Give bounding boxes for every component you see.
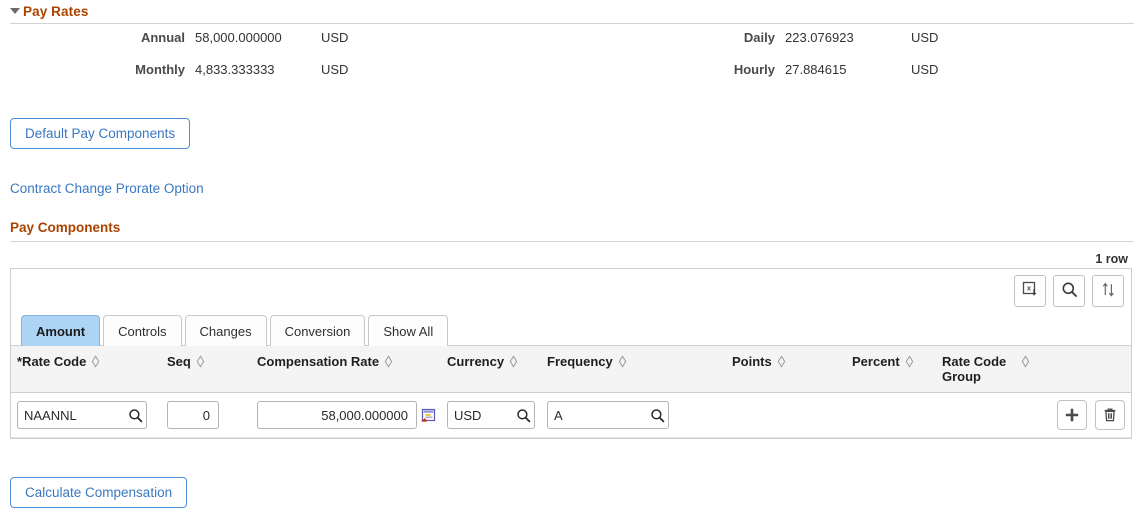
pay-rate-value: 4,833.333333 bbox=[195, 62, 275, 77]
pay-rate-annual: Annual 58,000.000000 USD bbox=[0, 30, 349, 45]
tab-controls[interactable]: Controls bbox=[103, 315, 182, 346]
pay-rate-currency: USD bbox=[321, 62, 349, 77]
currency-lookup-icon[interactable] bbox=[512, 402, 534, 428]
pay-rate-label: Daily bbox=[743, 30, 775, 45]
row-count-label: 1 row bbox=[1095, 252, 1128, 266]
sort-toggle-icon[interactable] bbox=[384, 355, 393, 371]
column-label: Frequency bbox=[547, 354, 613, 369]
delete-row-button[interactable] bbox=[1095, 400, 1125, 430]
sort-icon bbox=[1100, 281, 1117, 301]
column-header-points[interactable]: Points bbox=[726, 345, 846, 393]
contract-change-prorate-option-link[interactable]: Contract Change Prorate Option bbox=[10, 181, 204, 196]
grid-toolbar: x bbox=[11, 269, 1131, 314]
rate-code-input[interactable] bbox=[18, 402, 124, 428]
sort-toggle-icon[interactable] bbox=[618, 355, 627, 371]
column-header-frequency[interactable]: Frequency bbox=[541, 345, 726, 393]
pay-rate-label: Annual bbox=[140, 30, 185, 45]
table-row bbox=[11, 392, 1131, 438]
calculate-compensation-button[interactable]: Calculate Compensation bbox=[10, 477, 188, 508]
pay-rate-hourly: Hourly 27.884615 USD bbox=[590, 62, 939, 77]
tab-changes[interactable]: Changes bbox=[184, 315, 267, 346]
seq-input[interactable] bbox=[168, 402, 218, 428]
sort-toggle-icon[interactable] bbox=[196, 355, 205, 371]
cell-row-actions bbox=[1036, 392, 1131, 438]
compensation-rate-input[interactable] bbox=[258, 402, 416, 428]
pay-components-grid: x Amount Controls Changes Conversion Sho… bbox=[10, 268, 1132, 439]
column-header-rate-code[interactable]: *Rate Code bbox=[11, 345, 161, 393]
pay-rate-currency: USD bbox=[911, 62, 939, 77]
cell-points bbox=[726, 392, 846, 438]
column-label: Currency bbox=[447, 354, 505, 369]
pay-rate-currency: USD bbox=[321, 30, 349, 45]
pay-rate-value: 223.076923 bbox=[785, 30, 854, 45]
section-divider bbox=[10, 23, 1134, 24]
rate-code-lookup-icon[interactable] bbox=[124, 402, 146, 428]
pay-components-section-header: Pay Components bbox=[0, 220, 1142, 242]
column-header-percent[interactable]: Percent bbox=[846, 345, 936, 393]
frequency-input[interactable] bbox=[548, 402, 646, 428]
column-label: Compensation Rate bbox=[257, 354, 380, 369]
pay-rates-section-header: Pay Rates bbox=[0, 0, 1142, 24]
sort-button[interactable] bbox=[1092, 275, 1124, 307]
column-label: Points bbox=[732, 354, 772, 369]
cell-rate-code bbox=[11, 392, 161, 438]
frequency-lookup-icon[interactable] bbox=[646, 402, 668, 428]
column-label: Rate Code Group bbox=[942, 354, 1007, 384]
cell-percent bbox=[846, 392, 936, 438]
pay-rate-label: Hourly bbox=[733, 62, 775, 77]
cell-seq bbox=[161, 392, 251, 438]
sort-toggle-icon[interactable] bbox=[777, 355, 786, 371]
find-icon bbox=[1061, 281, 1078, 301]
cell-frequency bbox=[541, 392, 726, 438]
column-header-currency[interactable]: Currency bbox=[441, 345, 541, 393]
related-actions-icon[interactable] bbox=[420, 407, 436, 423]
pay-rate-value: 27.884615 bbox=[785, 62, 847, 77]
column-label: Seq bbox=[167, 354, 191, 369]
seq-field[interactable] bbox=[167, 401, 219, 429]
sort-toggle-icon[interactable] bbox=[91, 355, 100, 371]
tab-amount[interactable]: Amount bbox=[21, 315, 101, 346]
page-title: Pay Rates bbox=[23, 3, 89, 19]
pay-components-table: *Rate Code Seq Compensation Rate Currenc… bbox=[11, 345, 1131, 438]
pay-rates-values: Annual 58,000.000000 USD Daily 223.07692… bbox=[0, 30, 1142, 94]
pay-rate-line: Annual 58,000.000000 USD Daily 223.07692… bbox=[0, 30, 1142, 62]
table-header-row: *Rate Code Seq Compensation Rate Currenc… bbox=[11, 345, 1131, 393]
sort-toggle-icon[interactable] bbox=[509, 355, 518, 371]
pay-rate-daily: Daily 223.076923 USD bbox=[590, 30, 939, 45]
section-divider bbox=[10, 241, 1134, 242]
sort-toggle-icon[interactable] bbox=[905, 355, 914, 371]
pay-components-title: Pay Components bbox=[10, 220, 121, 235]
trash-icon bbox=[1104, 408, 1116, 422]
add-row-button[interactable] bbox=[1057, 400, 1087, 430]
cell-currency bbox=[441, 392, 541, 438]
frequency-field[interactable] bbox=[547, 401, 669, 429]
rate-code-field[interactable] bbox=[17, 401, 147, 429]
pay-rate-value: 58,000.000000 bbox=[195, 30, 282, 45]
pay-rate-currency: USD bbox=[911, 30, 939, 45]
column-header-seq[interactable]: Seq bbox=[161, 345, 251, 393]
column-header-compensation-rate[interactable]: Compensation Rate bbox=[251, 345, 441, 393]
column-header-rate-code-group[interactable]: Rate Code Group bbox=[936, 345, 1036, 393]
column-label: Percent bbox=[852, 354, 900, 369]
tab-conversion[interactable]: Conversion bbox=[269, 315, 366, 346]
column-header-actions bbox=[1036, 345, 1131, 393]
grid-tabs: Amount Controls Changes Conversion Show … bbox=[11, 314, 1131, 346]
caret-down-icon[interactable] bbox=[10, 8, 20, 14]
plus-icon bbox=[1065, 408, 1079, 422]
cell-compensation-rate bbox=[251, 392, 441, 438]
tab-show-all[interactable]: Show All bbox=[368, 315, 449, 346]
default-pay-components-button[interactable]: Default Pay Components bbox=[10, 118, 191, 149]
pay-rate-line: Monthly 4,833.333333 USD Hourly 27.88461… bbox=[0, 62, 1142, 94]
column-label: *Rate Code bbox=[17, 354, 87, 369]
download-to-excel-icon: x bbox=[1022, 281, 1039, 301]
download-to-excel-button[interactable]: x bbox=[1014, 275, 1046, 307]
currency-input[interactable] bbox=[448, 402, 512, 428]
sort-toggle-icon[interactable] bbox=[1021, 355, 1030, 371]
pay-rate-label: Monthly bbox=[135, 62, 185, 77]
find-button[interactable] bbox=[1053, 275, 1085, 307]
pay-rate-monthly: Monthly 4,833.333333 USD bbox=[0, 62, 348, 77]
currency-field[interactable] bbox=[447, 401, 535, 429]
cell-rate-code-group bbox=[936, 392, 1036, 438]
compensation-rate-field[interactable] bbox=[257, 401, 417, 429]
